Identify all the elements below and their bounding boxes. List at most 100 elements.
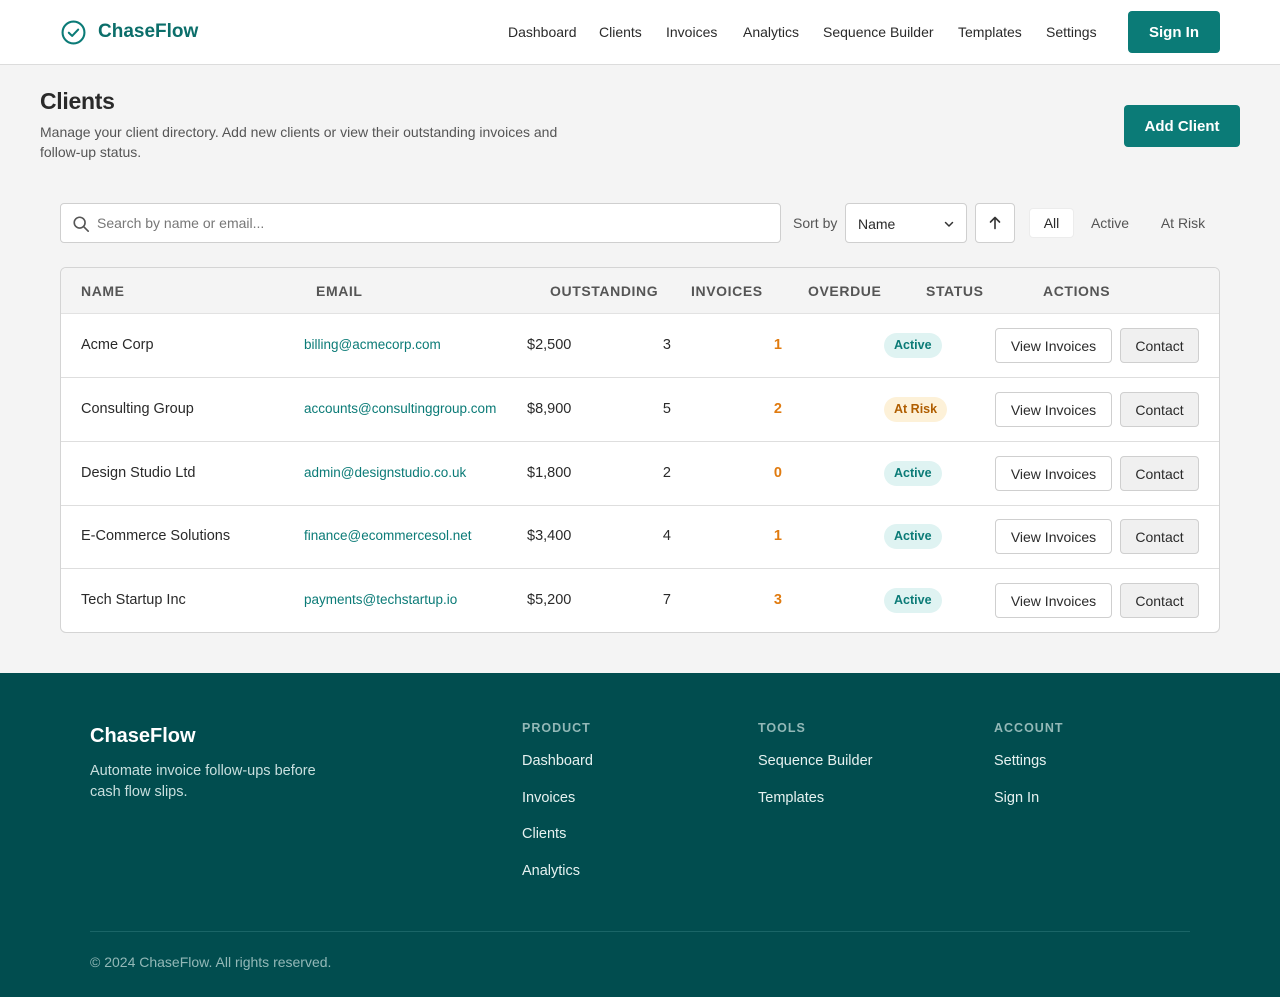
footer-tagline: Automate invoice follow-ups before cash …: [90, 763, 316, 800]
footer-column-title: PRODUCT: [522, 721, 591, 735]
overdue-count: 1: [773, 528, 782, 544]
footer-column-tools: TOOLS Sequence Builder Templates: [758, 721, 872, 806]
view-invoices-button[interactable]: View Invoices: [995, 328, 1112, 363]
outstanding-amount: $8,900: [527, 401, 572, 417]
client-email-link[interactable]: admin@designstudio.co.uk: [304, 465, 466, 480]
footer-copyright: © 2024 ChaseFlow. All rights reserved.: [90, 954, 332, 970]
footer-link-clients[interactable]: Clients: [522, 826, 566, 842]
search-input[interactable]: [97, 204, 767, 242]
client-email-link[interactable]: accounts@consultinggroup.com: [304, 401, 496, 416]
overdue-count: 0: [773, 465, 782, 481]
site-footer: ChaseFlow Automate invoice follow-ups be…: [0, 673, 1280, 997]
footer-link-sign-in[interactable]: Sign In: [994, 790, 1039, 806]
table-row: Design Studio Ltd admin@designstudio.co.…: [61, 442, 1219, 506]
clients-table: NAME EMAIL OUTSTANDING INVOICES OVERDUE …: [60, 267, 1220, 633]
invoice-count: 5: [662, 401, 671, 417]
status-filter-group: All Active At Risk: [1025, 205, 1220, 241]
view-invoices-button[interactable]: View Invoices: [995, 392, 1112, 427]
chevron-down-icon: [944, 221, 954, 227]
check-circle-icon: [61, 20, 86, 44]
footer-link-invoices[interactable]: Invoices: [522, 790, 575, 806]
filter-at-risk[interactable]: At Risk: [1153, 209, 1213, 237]
nav-clients[interactable]: Clients: [599, 24, 642, 40]
column-status: STATUS: [926, 283, 984, 299]
status-badge: At Risk: [884, 397, 948, 422]
invoice-count: 2: [662, 465, 671, 481]
sort-select-value: Name: [858, 216, 896, 232]
filter-all[interactable]: All: [1030, 209, 1073, 237]
nav-invoices[interactable]: Invoices: [666, 24, 717, 40]
overdue-count: 1: [773, 337, 782, 353]
footer-column-product: PRODUCT Dashboard Invoices Clients Analy…: [522, 721, 593, 879]
status-badge: Active: [884, 588, 942, 613]
search-box: [60, 203, 781, 243]
page-description: Manage your client directory. Add new cl…: [40, 124, 558, 160]
top-header: ChaseFlow Dashboard Clients Invoices Ana…: [0, 0, 1280, 65]
footer-column-title: TOOLS: [758, 721, 806, 735]
view-invoices-button[interactable]: View Invoices: [995, 519, 1112, 554]
column-overdue: OVERDUE: [808, 283, 882, 299]
arrow-up-icon: [989, 216, 1001, 230]
filter-active[interactable]: Active: [1082, 209, 1138, 237]
footer-divider: [90, 931, 1190, 932]
sort-direction-button[interactable]: [975, 203, 1015, 243]
contact-button[interactable]: Contact: [1120, 328, 1199, 363]
footer-brand: ChaseFlow: [90, 725, 196, 747]
client-email-link[interactable]: billing@acmecorp.com: [304, 337, 441, 352]
nav-templates[interactable]: Templates: [958, 24, 1022, 40]
brand-name: ChaseFlow: [98, 21, 199, 42]
view-invoices-button[interactable]: View Invoices: [995, 583, 1112, 618]
footer-column-title: ACCOUNT: [994, 721, 1064, 735]
column-actions: ACTIONS: [1043, 283, 1111, 299]
footer-link-templates[interactable]: Templates: [758, 790, 824, 806]
client-name: Consulting Group: [81, 401, 194, 417]
invoice-count: 7: [662, 592, 671, 608]
footer-link-settings[interactable]: Settings: [994, 753, 1046, 769]
table-row: Tech Startup Inc payments@techstartup.io…: [61, 569, 1219, 632]
client-name: E-Commerce Solutions: [81, 528, 231, 544]
table-row: E-Commerce Solutions finance@ecommerceso…: [61, 505, 1219, 569]
contact-button[interactable]: Contact: [1120, 583, 1199, 618]
footer-link-dashboard[interactable]: Dashboard: [522, 753, 593, 769]
column-name: NAME: [81, 283, 125, 299]
column-email: EMAIL: [316, 283, 363, 299]
view-invoices-button[interactable]: View Invoices: [995, 456, 1112, 491]
column-invoices: INVOICES: [691, 283, 763, 299]
footer-column-account: ACCOUNT Settings Sign In: [994, 721, 1064, 806]
table-row: Consulting Group accounts@consultinggrou…: [61, 378, 1219, 442]
footer-link-sequence-builder[interactable]: Sequence Builder: [758, 753, 872, 769]
nav-settings[interactable]: Settings: [1046, 24, 1097, 40]
outstanding-amount: $3,400: [527, 528, 572, 544]
client-name: Acme Corp: [81, 337, 154, 353]
add-client-button[interactable]: Add Client: [1124, 105, 1240, 147]
contact-button[interactable]: Contact: [1120, 456, 1199, 491]
nav-dashboard[interactable]: Dashboard: [508, 24, 577, 40]
footer-link-analytics[interactable]: Analytics: [522, 863, 580, 879]
contact-button[interactable]: Contact: [1120, 519, 1199, 554]
outstanding-amount: $2,500: [527, 337, 572, 353]
overdue-count: 3: [773, 592, 782, 608]
invoice-count: 4: [662, 528, 671, 544]
search-icon: [73, 216, 90, 233]
client-email-link[interactable]: finance@ecommercesol.net: [304, 528, 472, 543]
status-badge: Active: [884, 524, 942, 549]
nav-analytics[interactable]: Analytics: [743, 24, 799, 40]
overdue-count: 2: [773, 401, 782, 417]
sign-in-button[interactable]: Sign In: [1128, 11, 1220, 53]
table-header: NAME EMAIL OUTSTANDING INVOICES OVERDUE …: [61, 268, 1219, 314]
page-title: Clients: [40, 88, 115, 114]
contact-button[interactable]: Contact: [1120, 392, 1199, 427]
nav-sequence-builder[interactable]: Sequence Builder: [823, 24, 934, 40]
status-badge: Active: [884, 461, 942, 486]
brand-logo[interactable]: ChaseFlow: [61, 19, 198, 45]
table-row: Acme Corp billing@acmecorp.com $2,500 3 …: [61, 314, 1219, 378]
client-name: Design Studio Ltd: [81, 465, 196, 481]
status-badge: Active: [884, 333, 942, 358]
sort-label: Sort by: [793, 215, 838, 231]
client-email-link[interactable]: payments@techstartup.io: [304, 592, 457, 607]
column-outstanding: OUTSTANDING: [550, 283, 659, 299]
outstanding-amount: $1,800: [527, 465, 572, 481]
client-name: Tech Startup Inc: [81, 592, 186, 608]
invoice-count: 3: [662, 337, 671, 353]
sort-select[interactable]: Name: [845, 203, 967, 243]
